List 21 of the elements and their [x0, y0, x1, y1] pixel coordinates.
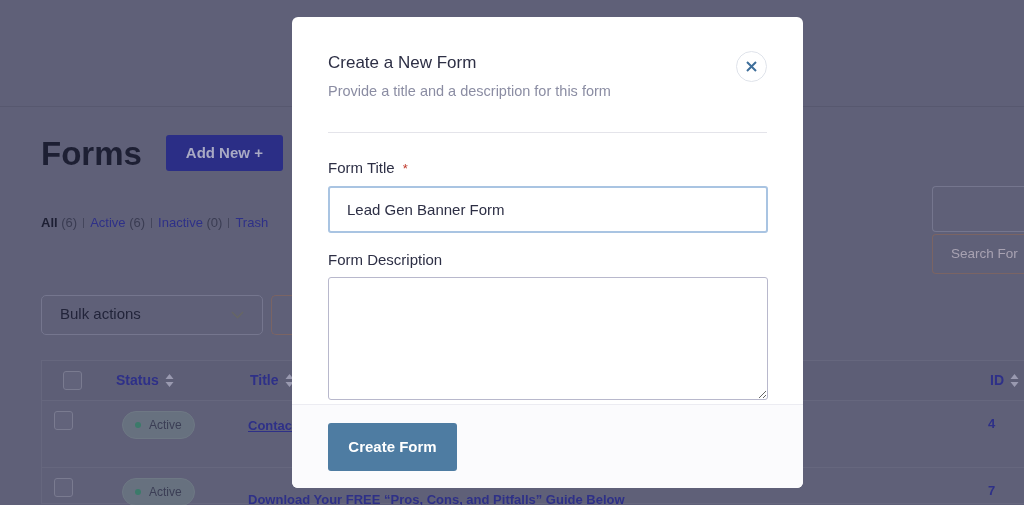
- modal-subtitle: Provide a title and a description for this form: [328, 82, 611, 102]
- modal-title: Create a New Form: [328, 53, 478, 74]
- close-icon: [746, 61, 757, 72]
- field-label: Form Description: [328, 249, 444, 270]
- title-field[interactable]: Lead Gen Banner Form: [328, 185, 768, 233]
- row-checkbox[interactable]: [54, 477, 73, 497]
- sort-icon[interactable]: [284, 372, 294, 388]
- apply-button[interactable]: [271, 294, 293, 335]
- field-label: Form Title *: [328, 158, 409, 179]
- add-new-button[interactable]: Add New +: [165, 135, 283, 171]
- page-title: Forms: [41, 136, 142, 170]
- close-button[interactable]: [736, 51, 767, 82]
- search-button[interactable]: Search For: [932, 234, 1024, 274]
- row-checkbox[interactable]: [54, 410, 73, 430]
- status-dot: [135, 488, 141, 495]
- status-dot: [135, 421, 141, 428]
- description-field[interactable]: [328, 277, 768, 401]
- select-all-checkbox[interactable]: [63, 370, 82, 390]
- bulk-actions-select[interactable]: Bulk actions: [41, 294, 263, 335]
- create-form-button[interactable]: Create Form: [328, 423, 457, 471]
- form-title-link[interactable]: Download Your FREE “Pros, Cons, and Pitfalls” Guide Below: [248, 492, 625, 505]
